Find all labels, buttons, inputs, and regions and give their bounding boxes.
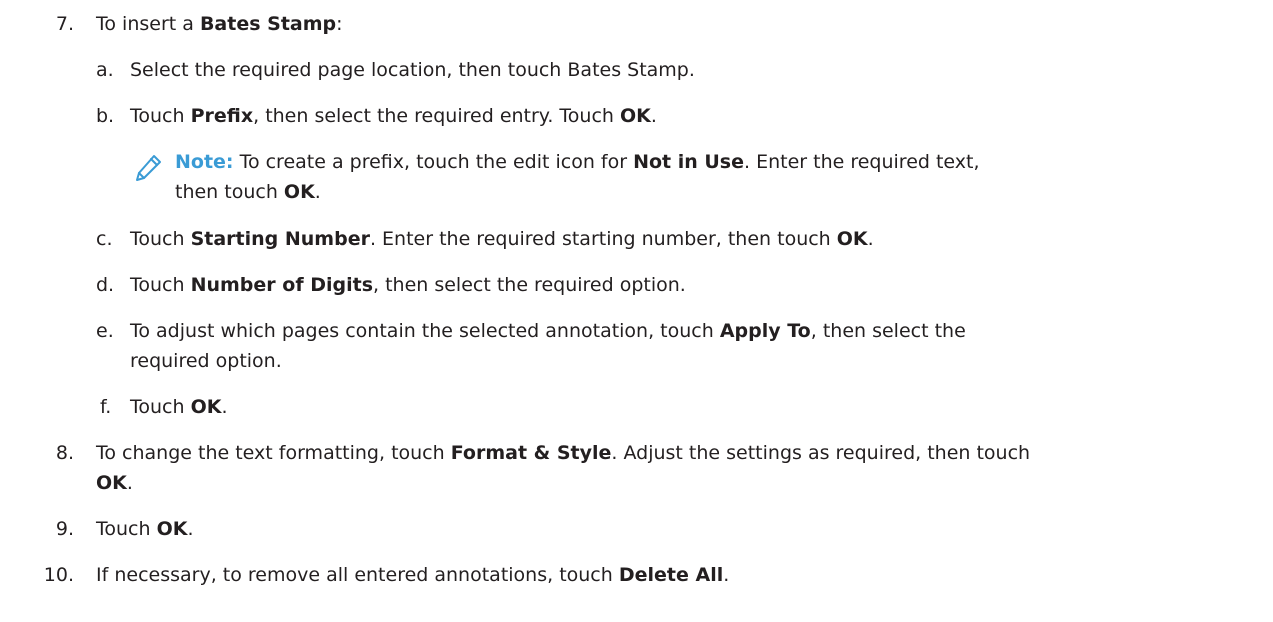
note-label: Note: [175,151,234,173]
text-run: Touch [96,518,157,540]
step-text: If necessary, to remove all entered anno… [96,561,729,589]
text-run: To insert a [96,13,200,35]
substep-text: To adjust which pages contain the select… [130,317,966,345]
substep-letter: d. [96,274,115,296]
step-text: To insert a Bates Stamp: [96,10,343,38]
text-run: To create a prefix, touch the edit icon … [233,151,634,173]
text-run: Select the required page location, then … [130,59,695,81]
text-run-bold: OK [836,228,868,250]
substep-text: Select the required page location, then … [130,56,695,84]
text-run: , then select the required option. [373,274,686,296]
text-run-bold: Not in Use [633,151,744,173]
text-run: Touch [130,105,191,127]
text-run-bold: Number of Digits [190,274,373,296]
substep-text: Touch OK. [130,393,228,421]
pencil-icon [136,155,161,181]
note-text: then touch OK. [175,178,321,206]
text-run-bold: Delete All [618,564,724,586]
text-run: . [650,105,657,127]
text-run: . [867,228,874,250]
text-run: . [126,472,133,494]
text-run: . [221,396,228,418]
step-number: 8. [55,442,74,464]
text-run-bold: Prefix [190,105,254,127]
step-text: Touch OK. [96,515,194,543]
substep-letter: b. [96,105,115,127]
substep-text: Touch Number of Digits, then select the … [130,271,686,299]
substep-letter: e. [96,320,114,342]
text-run: Touch [130,228,191,250]
text-run: then touch [175,181,284,203]
substep-text: Touch Prefix, then select the required e… [130,102,657,130]
text-run-bold: OK [283,181,315,203]
substep-letter: f. [100,396,112,418]
text-run-bold: OK [620,105,651,127]
text-run-bold: Apply To [719,320,811,342]
document-page: 7. To insert a Bates Stamp: a. Select th… [0,0,1273,622]
text-run: If necessary, to remove all entered anno… [96,564,619,586]
text-run: To change the text formatting, touch [96,442,451,464]
text-run: : [336,13,343,35]
text-run: . [187,518,194,540]
step-text: To change the text formatting, touch For… [96,439,1030,467]
substep-text: required option. [130,347,282,375]
text-run-bold: OK [190,396,222,418]
step-text: OK. [96,469,133,497]
step-number: 7. [55,13,74,35]
text-run: required option. [130,350,282,372]
step-number: 9. [55,518,74,540]
text-run: . [723,564,730,586]
text-run-bold: Bates Stamp [199,13,337,35]
substep-letter: a. [96,59,114,81]
substep-letter: c. [96,228,113,250]
text-run: . Adjust the settings as required, then … [611,442,1031,464]
step-number: 10. [43,564,74,586]
text-run: Touch [130,396,191,418]
substep-text: Touch Starting Number. Enter the require… [130,225,874,253]
text-run: . Enter the required text, [744,151,980,173]
text-run: . [314,181,321,203]
text-run-bold: OK [96,472,127,494]
text-run: , then select the required entry. Touch [253,105,620,127]
text-run: , then select the [810,320,966,342]
note-text: Note: To create a prefix, touch the edit… [175,148,980,176]
text-run: . Enter the required starting number, th… [369,228,837,250]
text-run: To adjust which pages contain the select… [130,320,720,342]
text-run-bold: Format & Style [450,442,612,464]
text-run-bold: Starting Number [190,228,370,250]
text-run-bold: OK [156,518,188,540]
text-run: Touch [130,274,191,296]
